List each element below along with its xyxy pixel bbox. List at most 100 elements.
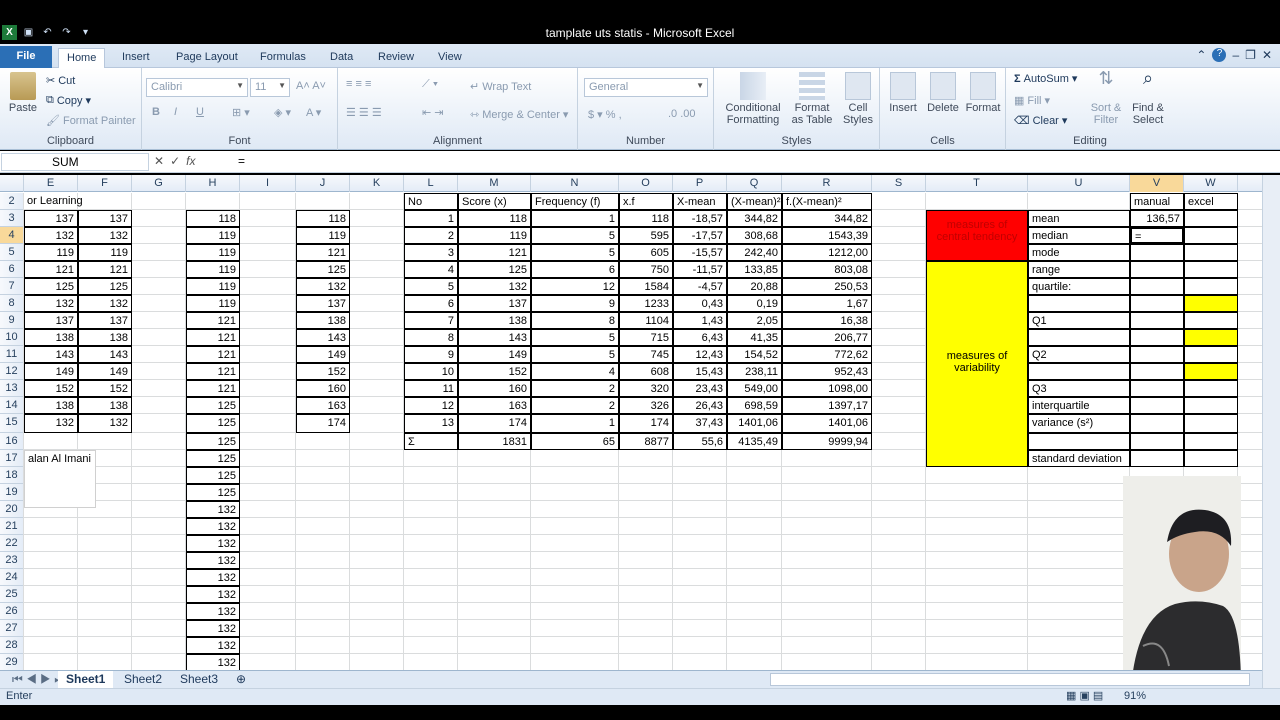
row-header-20[interactable]: 20 — [0, 501, 24, 518]
table-cell[interactable]: 6 — [531, 261, 619, 278]
measure-label[interactable] — [1028, 363, 1130, 380]
indent-icon[interactable]: ⇤ ⇥ — [422, 106, 444, 119]
column-header-q[interactable]: Q — [727, 175, 782, 192]
cell-j7[interactable]: 132 — [296, 278, 350, 295]
table-cell[interactable]: 1584 — [619, 278, 673, 295]
cell-f9[interactable]: 137 — [78, 312, 132, 329]
cell-j6[interactable]: 125 — [296, 261, 350, 278]
cell-h6[interactable]: 119 — [186, 261, 240, 278]
excel-header[interactable]: excel — [1184, 193, 1238, 210]
cell-h22[interactable]: 132 — [186, 535, 240, 552]
align-top-icon[interactable]: ≡ ≡ ≡ — [346, 78, 371, 90]
cell-j9[interactable]: 138 — [296, 312, 350, 329]
table-cell[interactable]: 119 — [458, 227, 531, 244]
row-header-13[interactable]: 13 — [0, 380, 24, 397]
excel-value[interactable] — [1184, 450, 1238, 467]
font-size-combo[interactable]: 11 ▼ — [250, 78, 290, 97]
table-cell[interactable]: 250,53 — [782, 278, 872, 295]
table-cell[interactable]: 1 — [404, 210, 458, 227]
autosum-button[interactable]: Σ AutoSum ▾ — [1014, 72, 1077, 86]
table-cell[interactable]: 0,43 — [673, 295, 727, 312]
table-total-cell[interactable]: 55,6 — [673, 433, 727, 450]
table-cell[interactable]: 2 — [404, 227, 458, 244]
column-header-o[interactable]: O — [619, 175, 673, 192]
table-cell[interactable]: 174 — [458, 414, 531, 433]
row-header-9[interactable]: 9 — [0, 312, 24, 329]
measure-label[interactable]: median — [1028, 227, 1130, 244]
measure-label[interactable]: quartile: — [1028, 278, 1130, 295]
manual-value[interactable] — [1130, 414, 1184, 433]
cell-h23[interactable]: 132 — [186, 552, 240, 569]
table-cell[interactable]: 121 — [458, 244, 531, 261]
row-header-10[interactable]: 10 — [0, 329, 24, 346]
cell-h3[interactable]: 118 — [186, 210, 240, 227]
table-cell[interactable]: 163 — [458, 397, 531, 414]
copy-button[interactable]: ⧉ Copy ▾ — [46, 94, 91, 107]
table-cell[interactable]: 6 — [404, 295, 458, 312]
central-tendency-label[interactable]: measures of central tendency — [926, 210, 1028, 261]
table-cell[interactable]: 1401,06 — [782, 414, 872, 433]
table-cell[interactable]: 37,43 — [673, 414, 727, 433]
table-cell[interactable]: 6,43 — [673, 329, 727, 346]
font-color-icon[interactable]: A ▾ — [306, 106, 321, 119]
measure-label[interactable]: variance (s²) — [1028, 414, 1130, 433]
paste-button[interactable]: Paste — [6, 72, 40, 114]
cell-styles-button[interactable]: Cell Styles — [838, 72, 878, 126]
doc-restore-icon[interactable]: ❐ — [1245, 48, 1256, 62]
table-cell[interactable]: 1,67 — [782, 295, 872, 312]
table-cell[interactable]: 772,62 — [782, 346, 872, 363]
table-cell[interactable]: 803,08 — [782, 261, 872, 278]
manual-value[interactable] — [1130, 363, 1184, 380]
cell-j4[interactable]: 119 — [296, 227, 350, 244]
cell-j11[interactable]: 149 — [296, 346, 350, 363]
cell-h13[interactable]: 121 — [186, 380, 240, 397]
excel-value[interactable] — [1184, 210, 1238, 227]
format-cells-button[interactable]: Format — [964, 72, 1002, 114]
table-cell[interactable]: 608 — [619, 363, 673, 380]
manual-value[interactable] — [1130, 346, 1184, 363]
table-cell[interactable]: 20,88 — [727, 278, 782, 295]
table-cell[interactable]: 1104 — [619, 312, 673, 329]
table-cell[interactable]: 4 — [404, 261, 458, 278]
table-total-cell[interactable]: 65 — [531, 433, 619, 450]
help-icon[interactable]: ? — [1212, 48, 1227, 62]
cell-f8[interactable]: 132 — [78, 295, 132, 312]
table-cell[interactable]: 7 — [404, 312, 458, 329]
table-cell[interactable]: 1401,06 — [727, 414, 782, 433]
row-header-18[interactable]: 18 — [0, 467, 24, 484]
tab-file[interactable]: File — [0, 46, 52, 68]
cell-h24[interactable]: 132 — [186, 569, 240, 586]
table-cell[interactable]: 1 — [531, 414, 619, 433]
table-cell[interactable]: 1233 — [619, 295, 673, 312]
measure-label[interactable] — [1028, 329, 1130, 346]
format-as-table-button[interactable]: Format as Table — [788, 72, 836, 126]
column-header-w[interactable]: W — [1184, 175, 1238, 192]
measure-label[interactable]: mean — [1028, 210, 1130, 227]
row-header-5[interactable]: 5 — [0, 244, 24, 261]
measure-label[interactable] — [1028, 295, 1130, 312]
tab-home[interactable]: Home — [58, 48, 106, 69]
table-cell[interactable]: 26,43 — [673, 397, 727, 414]
cell-j15[interactable]: 174 — [296, 414, 350, 433]
cell-e3[interactable]: 137 — [24, 210, 78, 227]
row-header-3[interactable]: 3 — [0, 210, 24, 227]
excel-value[interactable] — [1184, 295, 1238, 312]
cell-h16[interactable]: 125 — [186, 433, 240, 450]
cell-f6[interactable]: 121 — [78, 261, 132, 278]
sheet-tab-2[interactable]: Sheet2 — [116, 671, 170, 688]
cell-f12[interactable]: 149 — [78, 363, 132, 380]
sheet-tab-1[interactable]: Sheet1 — [58, 671, 114, 688]
table-cell[interactable]: 1,43 — [673, 312, 727, 329]
column-header-s[interactable]: S — [872, 175, 926, 192]
cell-h4[interactable]: 119 — [186, 227, 240, 244]
table-cell[interactable]: 152 — [458, 363, 531, 380]
manual-value[interactable] — [1130, 397, 1184, 414]
table-cell[interactable]: 138 — [458, 312, 531, 329]
table-cell[interactable]: 595 — [619, 227, 673, 244]
row-header-14[interactable]: 14 — [0, 397, 24, 414]
row-header-23[interactable]: 23 — [0, 552, 24, 569]
wrap-text-button[interactable]: ↵ Wrap Text — [470, 80, 531, 94]
cell-f4[interactable]: 132 — [78, 227, 132, 244]
insert-cells-button[interactable]: Insert — [884, 72, 922, 114]
column-header-e[interactable]: E — [24, 175, 78, 192]
